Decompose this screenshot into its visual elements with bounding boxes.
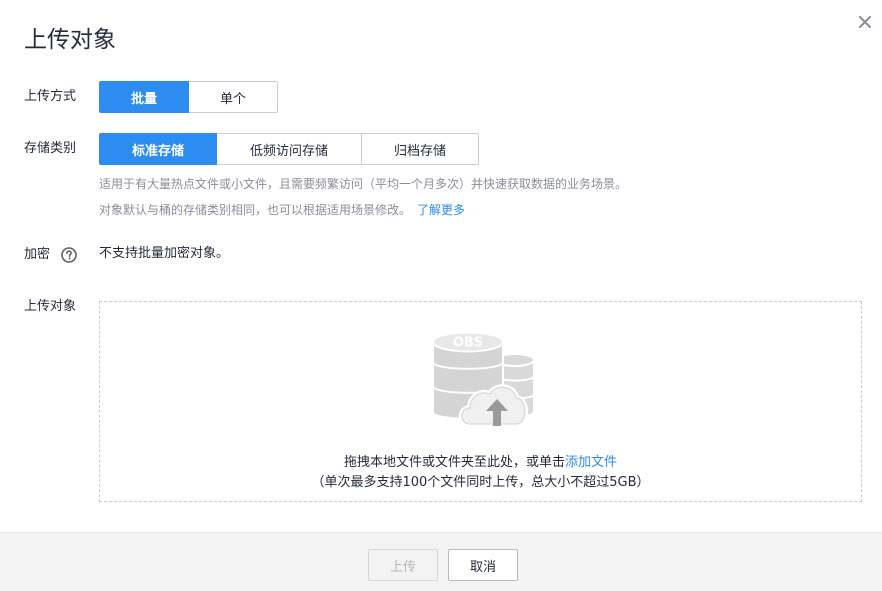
upload-mode-label: 上传方式 — [24, 89, 77, 104]
upload-button[interactable]: 上传 — [368, 549, 438, 581]
help-icon[interactable] — [61, 247, 77, 263]
storage-class-switch: 标准存储 低频访问存储 归档存储 — [99, 133, 479, 165]
cancel-button[interactable]: 取消 — [448, 549, 518, 581]
storage-class-default-hint: 对象默认与桶的存储类别相同，也可以根据适用场景修改。 了解更多 — [99, 201, 465, 219]
encryption-value: 不支持批量加密对象。 — [99, 246, 230, 261]
dialog-footer: 上传 取消 — [0, 532, 882, 591]
close-icon — [859, 16, 871, 28]
storage-class-label: 存储类别 — [24, 141, 77, 156]
close-button[interactable] — [853, 10, 877, 34]
upload-mode-switch: 批量 单个 — [99, 81, 278, 113]
encryption-label: 加密 — [24, 247, 51, 262]
drop-instructions: 拖拽本地文件或文件夹至此处，或单击添加文件 — [100, 453, 861, 473]
upload-mode-single-button[interactable]: 单个 — [188, 81, 278, 113]
obs-upload-icon: OBS — [432, 331, 535, 427]
upload-limit-text: （单次最多支持100个文件同时上传，总大小不超过5GB） — [311, 475, 650, 490]
obs-illustration-label: OBS — [453, 336, 483, 351]
dialog-title: 上传对象 — [24, 27, 116, 53]
file-drop-zone[interactable]: OBS 拖拽本地文件或文件夹至此处，或单击添加文件 （单次最多支持100个文件同… — [99, 301, 862, 502]
storage-class-default-text: 对象默认与桶的存储类别相同，也可以根据适用场景修改。 — [99, 203, 412, 217]
storage-class-hint: 适用于有大量热点文件或小文件，且需要频繁访问（平均一个月多次）并快速获取数据的业… — [99, 177, 628, 191]
storage-class-archive-button[interactable]: 归档存储 — [361, 133, 479, 165]
svg-text:OBS: OBS — [453, 336, 483, 351]
upload-object-label: 上传对象 — [24, 299, 77, 314]
storage-class-standard-button[interactable]: 标准存储 — [99, 133, 217, 165]
learn-more-link[interactable]: 了解更多 — [417, 203, 465, 217]
drop-text: 拖拽本地文件或文件夹至此处，或单击 — [343, 455, 565, 470]
storage-class-infrequent-button[interactable]: 低频访问存储 — [216, 133, 362, 165]
upload-mode-batch-button[interactable]: 批量 — [99, 81, 189, 113]
add-file-link[interactable]: 添加文件 — [565, 455, 617, 470]
